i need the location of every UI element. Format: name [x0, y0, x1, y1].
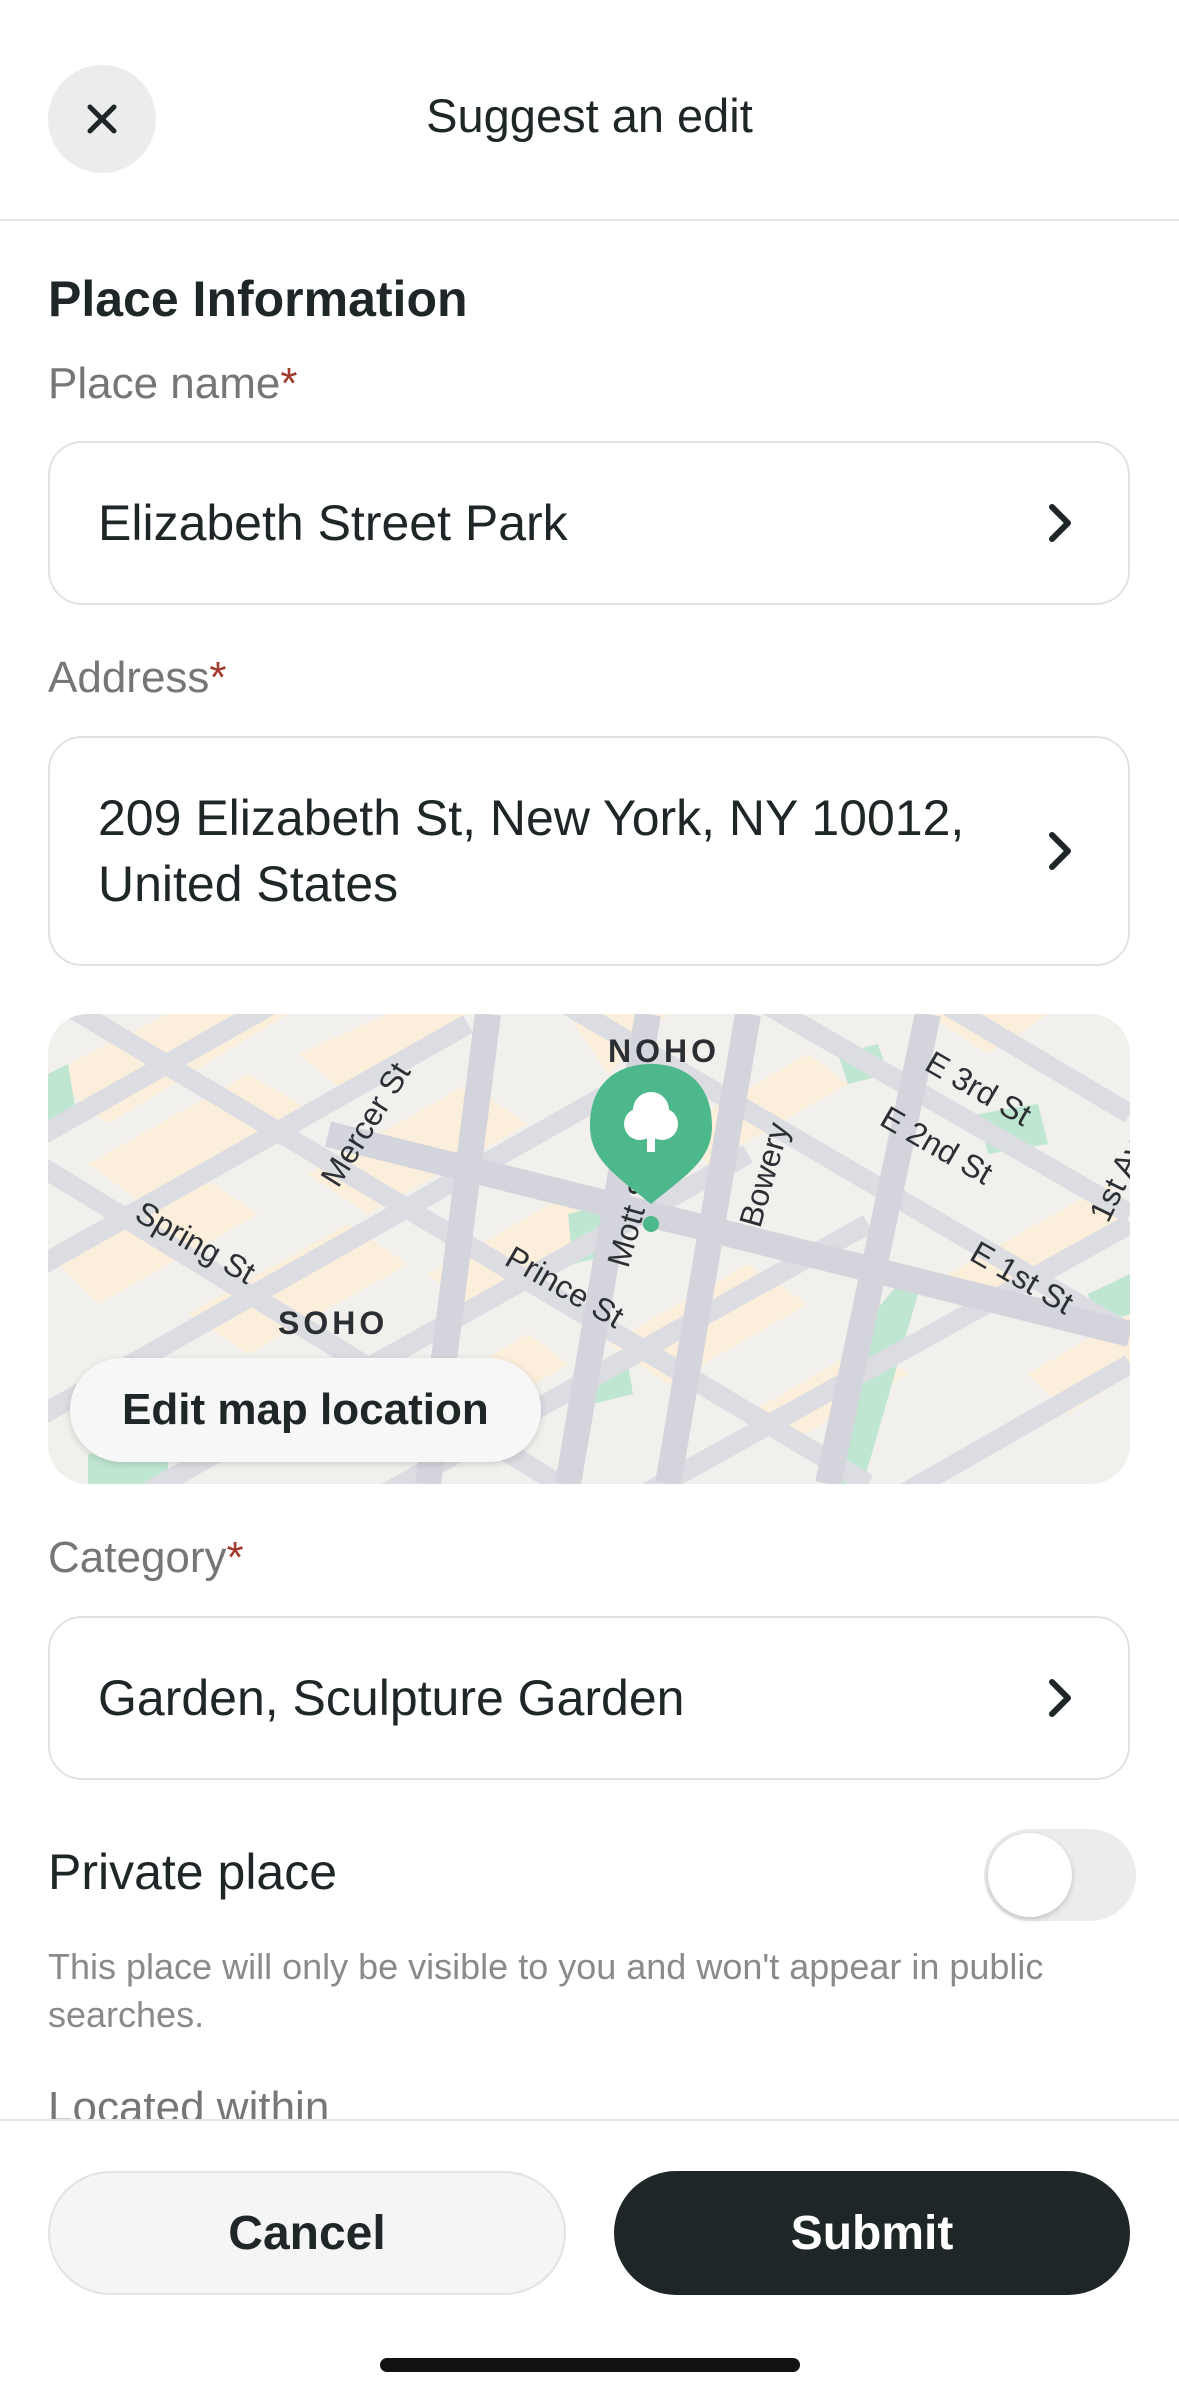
map-preview[interactable]: NOHO SOHO Mercer St Spring St Prince St …: [48, 1014, 1130, 1484]
chevron-right-icon: [1049, 832, 1071, 870]
address-line-2: United States: [98, 856, 399, 912]
address-value: 209 Elizabeth St, New York, NY 10012, Un…: [98, 785, 998, 917]
header: Suggest an edit: [0, 0, 1179, 221]
category-value: Garden, Sculpture Garden: [98, 1670, 685, 1726]
address-line-1: 209 Elizabeth St, New York, NY 10012,: [98, 790, 965, 846]
private-place-helper: This place will only be visible to you a…: [48, 1946, 1044, 2035]
located-within-label: Located within: [48, 2083, 330, 2119]
place-name-field[interactable]: Elizabeth Street Park: [48, 441, 1130, 605]
required-marker: *: [209, 653, 227, 702]
home-indicator: [380, 2358, 800, 2372]
toggle-knob: [988, 1833, 1072, 1917]
form-content[interactable]: Place Information Place name* Elizabeth …: [0, 223, 1179, 2119]
chevron-right-icon: [1049, 504, 1071, 542]
address-field[interactable]: 209 Elizabeth St, New York, NY 10012, Un…: [48, 736, 1130, 966]
address-label: Address*: [48, 653, 227, 702]
submit-button[interactable]: Submit: [614, 2171, 1130, 2295]
map-label-soho: SOHO: [278, 1305, 388, 1341]
edit-map-location-button[interactable]: Edit map location: [70, 1358, 541, 1462]
category-label: Category*: [48, 1533, 244, 1582]
private-place-toggle[interactable]: [984, 1829, 1136, 1921]
private-place-label: Private place: [48, 1844, 338, 1900]
chevron-right-icon: [1049, 1679, 1071, 1717]
cancel-button[interactable]: Cancel: [48, 2171, 566, 2295]
required-marker: *: [226, 1533, 244, 1582]
map-label-noho: NOHO: [608, 1033, 720, 1069]
required-marker: *: [280, 359, 298, 408]
category-field[interactable]: Garden, Sculpture Garden: [48, 1616, 1130, 1780]
footer: Cancel Submit: [0, 2119, 1179, 2396]
place-name-value: Elizabeth Street Park: [98, 495, 568, 551]
page-title: Suggest an edit: [426, 89, 753, 142]
place-name-label: Place name*: [48, 359, 298, 408]
section-title: Place Information: [48, 271, 468, 327]
